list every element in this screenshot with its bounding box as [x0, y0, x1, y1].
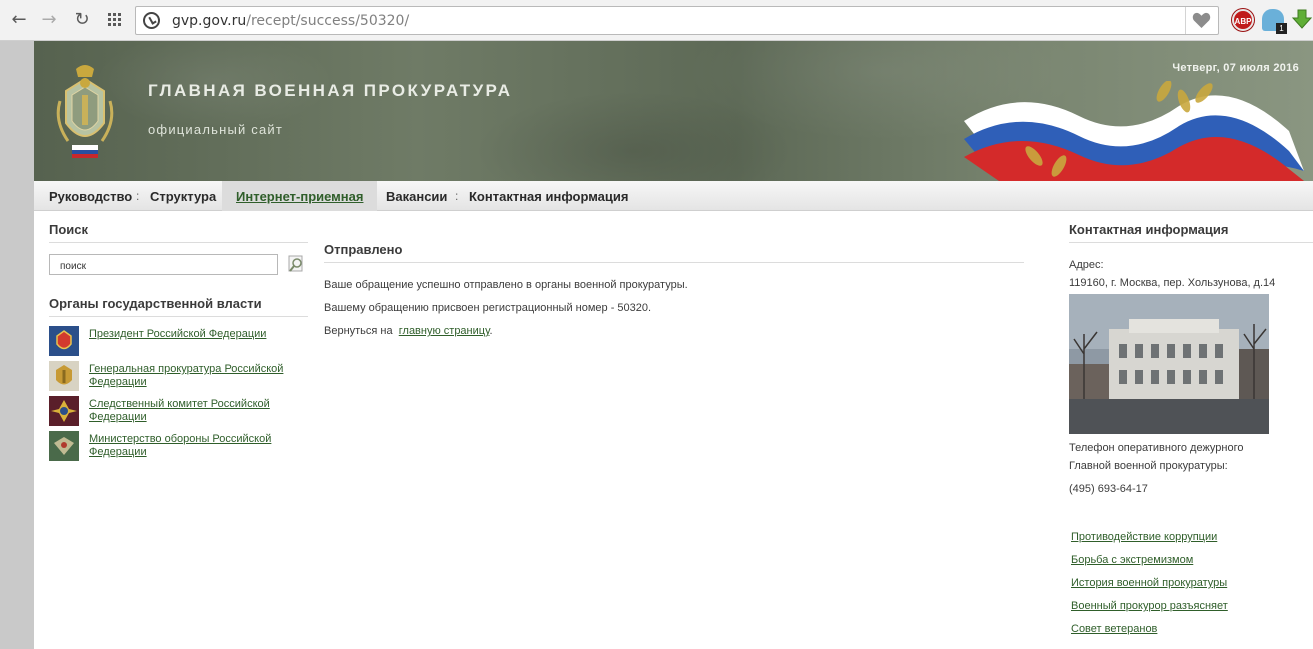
orgs-title: Органы государственной власти: [49, 296, 262, 311]
divider: [324, 262, 1024, 263]
link-prosecutor-explains[interactable]: Военный прокурор разъясняет: [1071, 600, 1228, 612]
menu-item-contacts[interactable]: Контактная информация: [469, 181, 628, 211]
prosecutor-emblem-icon[interactable]: [52, 61, 118, 159]
download-arrow-icon[interactable]: [1291, 9, 1313, 31]
site-title: ГЛАВНАЯ ВОЕННАЯ ПРОКУРАТУРА: [148, 81, 513, 100]
home-page-link[interactable]: главную страницу: [399, 325, 490, 337]
divider: [49, 316, 308, 317]
current-date: Четверг, 07 июля 2016: [1172, 62, 1299, 74]
org-link-defense-ministry[interactable]: Министерство обороны Российской Федераци…: [89, 433, 289, 459]
forward-arrow-icon[interactable]: →: [38, 9, 60, 31]
main-menu: Руководство : Структура Интернет-приемна…: [34, 181, 1313, 211]
reload-icon[interactable]: ↻: [71, 9, 93, 31]
adblock-icon[interactable]: ABP: [1232, 9, 1254, 31]
investigative-committee-emblem-icon[interactable]: [49, 396, 79, 426]
bookmark-heart-icon[interactable]: [1192, 12, 1211, 29]
building-photo: [1069, 294, 1269, 434]
menu-item-internet-reception[interactable]: Интернет-приемная: [222, 181, 378, 211]
page-title: Отправлено: [324, 242, 403, 257]
phone-label-line2: Главной военной прокуратуры:: [1069, 460, 1228, 472]
org-link-investigative-committee[interactable]: Следственный комитет Российской Федераци…: [89, 398, 289, 424]
prosecutor-general-emblem-icon[interactable]: [49, 361, 79, 391]
ghostery-icon[interactable]: 1: [1262, 9, 1287, 34]
divider: [49, 242, 308, 243]
divider: [1069, 242, 1313, 243]
link-anti-extremism[interactable]: Борьба с экстремизмом: [1071, 554, 1193, 566]
contacts-title: Контактная информация: [1069, 222, 1229, 237]
url-text[interactable]: gvp.gov.ru/recept/success/50320/: [172, 13, 409, 29]
return-line: Вернуться на главную страницу.: [324, 325, 493, 337]
apps-grid-icon[interactable]: [104, 9, 126, 31]
defense-ministry-emblem-icon[interactable]: [49, 431, 79, 461]
success-message: Ваше обращение успешно отправлено в орга…: [324, 279, 688, 291]
president-emblem-icon[interactable]: [49, 326, 79, 356]
ghostery-badge: 1: [1276, 23, 1287, 34]
org-link-president[interactable]: Президент Российской Федерации: [89, 328, 289, 341]
link-veterans-council[interactable]: Совет ветеранов: [1071, 623, 1157, 635]
menu-item-leadership[interactable]: Руководство: [49, 181, 132, 211]
search-input[interactable]: [49, 254, 278, 275]
back-arrow-icon[interactable]: ←: [8, 9, 30, 31]
return-suffix: .: [489, 325, 493, 337]
address-text: 119160, г. Москва, пер. Хользунова, д.14: [1069, 277, 1276, 289]
menu-separator: :: [136, 189, 140, 203]
link-anti-corruption[interactable]: Противодействие коррупции: [1071, 531, 1217, 543]
registration-number-message: Вашему обращению присвоен регистрационны…: [324, 302, 652, 314]
search-title: Поиск: [49, 222, 89, 237]
browser-toolbar: ← → ↻ gvp.gov.ru/recept/success/50320/ A…: [0, 0, 1313, 41]
russian-flag-ribbon-icon: [964, 81, 1304, 181]
menu-item-vacancies[interactable]: Вакансии: [386, 181, 447, 211]
menu-separator: :: [455, 189, 459, 203]
site-subtitle: официальный сайт: [148, 122, 284, 137]
left-gutter: [0, 41, 34, 649]
site-header-banner: ГЛАВНАЯ ВОЕННАЯ ПРОКУРАТУРА официальный …: [34, 41, 1313, 181]
site-info-icon[interactable]: [143, 12, 160, 29]
omnibox-divider: [1185, 7, 1186, 34]
phone-label-line1: Телефон оперативного дежурного: [1069, 442, 1244, 454]
return-prefix: Вернуться на: [324, 325, 393, 337]
phone-number: (495) 693-64-17: [1069, 483, 1148, 495]
address-label: Адрес:: [1069, 259, 1104, 271]
menu-item-structure[interactable]: Структура: [150, 181, 216, 211]
search-icon[interactable]: [288, 255, 306, 273]
link-history[interactable]: История военной прокуратуры: [1071, 577, 1227, 589]
address-bar[interactable]: gvp.gov.ru/recept/success/50320/: [135, 6, 1219, 35]
org-link-prosecutor-general[interactable]: Генеральная прокуратура Российской Федер…: [89, 363, 289, 389]
